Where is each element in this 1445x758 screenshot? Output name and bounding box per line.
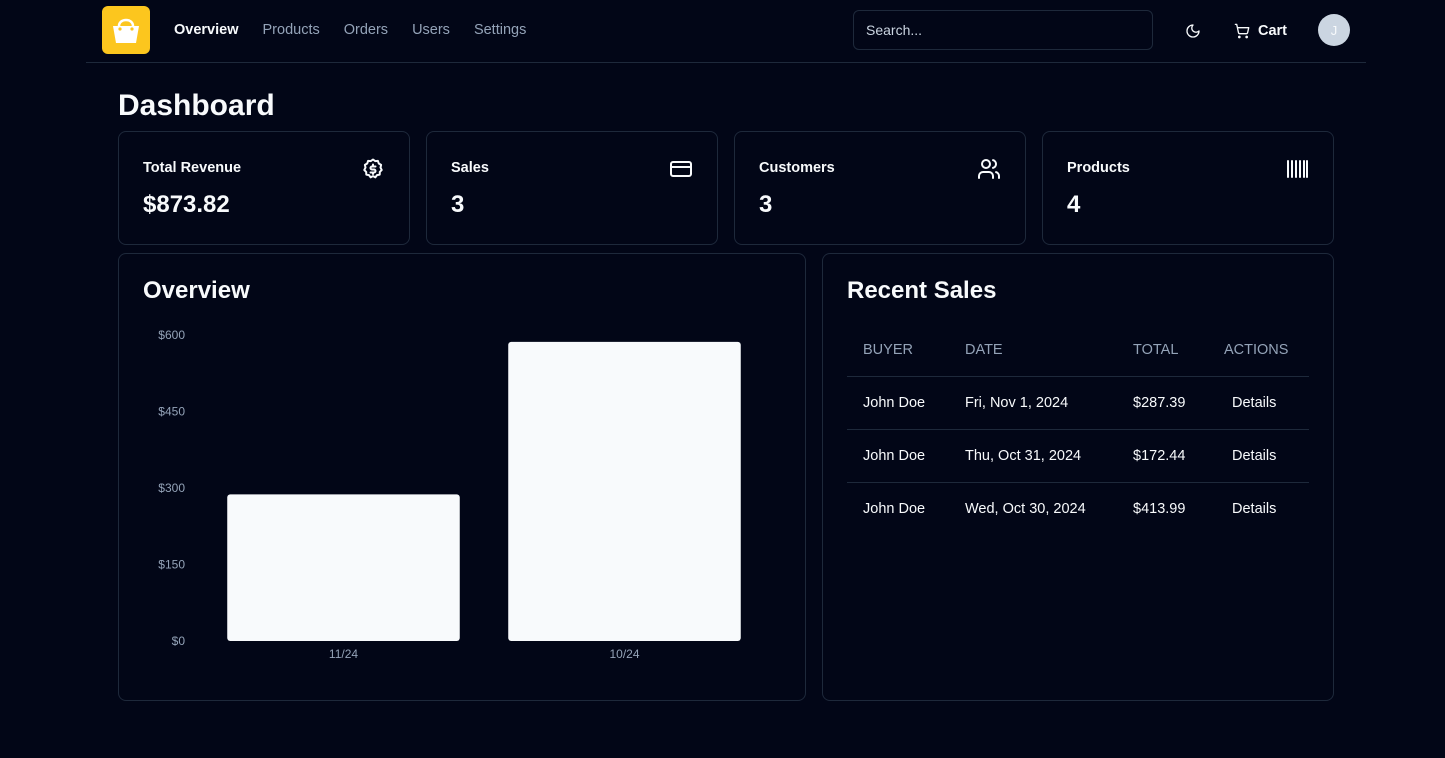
theme-toggle-button[interactable] xyxy=(1180,18,1206,44)
nav-orders[interactable]: Orders xyxy=(344,20,388,40)
y-tick-label: $600 xyxy=(158,328,185,342)
table-row: John Doe Wed, Oct 30, 2024 $413.99 Detai… xyxy=(847,482,1309,535)
stat-label: Products xyxy=(1067,160,1130,176)
column-header-date: DATE xyxy=(949,324,1117,377)
credit-card-icon xyxy=(670,161,692,177)
recent-sales-title: Recent Sales xyxy=(847,277,997,304)
table-row: John Doe Thu, Oct 31, 2024 $172.44 Detai… xyxy=(847,429,1309,483)
stat-card-products: Products 4 xyxy=(1042,131,1334,245)
details-button[interactable]: Details xyxy=(1224,501,1284,517)
x-tick-label: 10/24 xyxy=(609,647,639,661)
y-tick-label: $150 xyxy=(158,558,185,572)
stat-card-sales: Sales 3 xyxy=(426,131,718,245)
y-tick-label: $300 xyxy=(158,481,185,495)
avatar[interactable]: J xyxy=(1318,14,1350,46)
actions-cell: Details xyxy=(1208,429,1309,483)
nav-settings[interactable]: Settings xyxy=(474,20,526,40)
cart-icon xyxy=(1234,23,1250,39)
nav-users[interactable]: Users xyxy=(412,20,450,40)
actions-cell: Details xyxy=(1208,482,1309,535)
stat-card-customers: Customers 3 xyxy=(734,131,1026,245)
stat-value: 3 xyxy=(451,191,465,218)
stat-value: 3 xyxy=(759,191,773,218)
date-cell: Wed, Oct 30, 2024 xyxy=(965,500,1086,517)
search-input[interactable] xyxy=(853,10,1153,50)
logo[interactable] xyxy=(102,6,150,54)
stat-label: Sales xyxy=(451,160,489,176)
recent-sales-table: BUYER DATE TOTAL ACTIONS John Doe Fri, N… xyxy=(847,324,1309,535)
recent-sales-card: Recent Sales BUYER DATE TOTAL ACTIONS Jo… xyxy=(822,253,1334,701)
page-title: Dashboard xyxy=(118,89,275,122)
buyer-cell: John Doe xyxy=(863,500,926,517)
overview-bar-chart: $0 $150 $300 $450 $600 11/24 10/24 xyxy=(158,328,741,661)
main-nav: Overview Products Orders Users Settings xyxy=(174,20,526,40)
stat-value: $873.82 xyxy=(143,191,230,218)
details-button[interactable]: Details xyxy=(1224,448,1284,464)
barcode-icon xyxy=(1287,160,1308,178)
cart-label: Cart xyxy=(1258,23,1288,39)
nav-overview[interactable]: Overview xyxy=(174,20,239,40)
column-header-buyer: BUYER xyxy=(847,324,949,377)
dollar-circle-icon xyxy=(363,158,383,179)
users-icon xyxy=(978,159,1000,179)
column-header-actions: ACTIONS xyxy=(1208,324,1309,377)
stat-card-total-revenue: Total Revenue $873.82 xyxy=(118,131,410,245)
stat-label: Total Revenue xyxy=(143,160,242,176)
y-tick-label: $450 xyxy=(158,405,185,419)
date-cell: Fri, Nov 1, 2024 xyxy=(949,376,1117,430)
chart-bar xyxy=(508,341,741,641)
top-navbar: Overview Products Orders Users Settings … xyxy=(86,0,1366,63)
y-tick-label: $0 xyxy=(172,634,186,648)
stat-value: 4 xyxy=(1067,191,1081,218)
table-header-row: BUYER DATE TOTAL ACTIONS xyxy=(847,324,1309,377)
date-cell: Thu, Oct 31, 2024 xyxy=(949,429,1117,483)
total-cell: $287.39 xyxy=(1117,376,1208,430)
cart-button[interactable]: Cart xyxy=(1234,18,1287,44)
total-cell: $413.99 xyxy=(1133,500,1186,517)
column-header-total: TOTAL xyxy=(1117,324,1208,377)
buyer-cell: John Doe xyxy=(847,429,949,483)
stat-label: Customers xyxy=(759,160,835,176)
buyer-cell: John Doe xyxy=(847,376,949,430)
actions-cell: Details xyxy=(1208,376,1309,430)
shopping-bag-icon xyxy=(113,18,139,43)
moon-icon xyxy=(1186,24,1200,38)
nav-products[interactable]: Products xyxy=(263,20,320,40)
overview-card: Overview $0 $150 $300 $450 $600 11/24 10/24 xyxy=(118,253,806,701)
x-tick-label: 11/24 xyxy=(329,647,358,661)
total-cell: $172.44 xyxy=(1117,429,1208,483)
details-button[interactable]: Details xyxy=(1224,395,1284,411)
table-row: John Doe Fri, Nov 1, 2024 $287.39 Detail… xyxy=(847,376,1309,430)
chart-bar xyxy=(227,494,460,641)
